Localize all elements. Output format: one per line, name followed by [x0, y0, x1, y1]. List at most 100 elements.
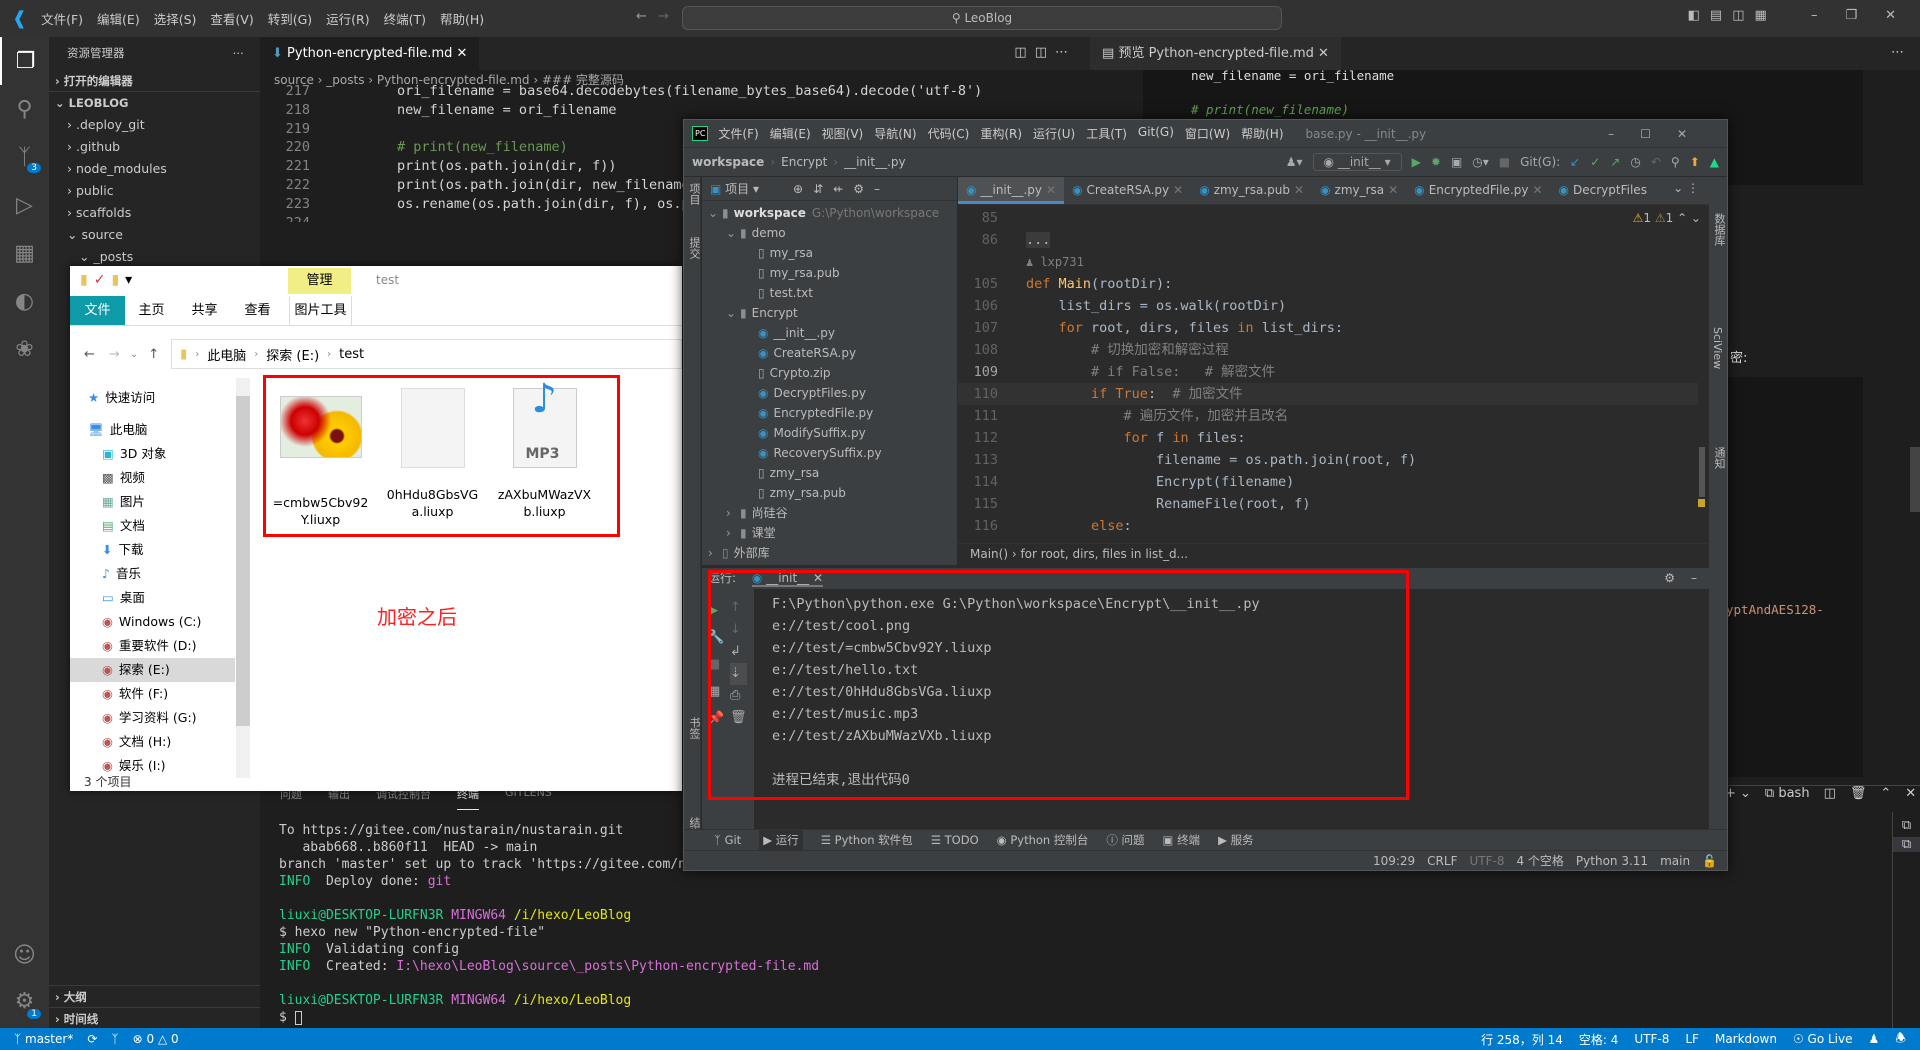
project-tree-item[interactable]: ⌄ ▮ workspace G:\Python\workspace	[702, 203, 957, 223]
profile-icon[interactable]: ◷▾	[1472, 155, 1489, 169]
terminal-shell-icon[interactable]: ⧉ bash	[1765, 786, 1810, 801]
locate-icon[interactable]: ⊕	[793, 182, 803, 196]
status-item[interactable]: main	[1660, 851, 1690, 870]
tool-window-button[interactable]: 提交	[686, 237, 702, 259]
chevron-right-icon[interactable]	[744, 483, 758, 503]
stop-icon[interactable]: ■	[1499, 155, 1510, 169]
hide-icon[interactable]: –	[874, 182, 880, 196]
breadcrumb-item[interactable]: Main()	[970, 547, 1008, 561]
chevron-right-icon[interactable]	[744, 403, 758, 423]
project-tree-item[interactable]: › ▮ 尚硅谷	[702, 503, 957, 523]
nav-item[interactable]: ▩ 视频	[70, 466, 235, 490]
extensions-icon[interactable]: ▦	[0, 229, 49, 277]
status-item[interactable]: 4 个空格	[1516, 851, 1563, 870]
run-config-select[interactable]: ◉ __init__ ▾	[1312, 153, 1402, 171]
nav-item[interactable]: ▭ 桌面	[70, 586, 235, 610]
folder-item[interactable]: › .deploy_git	[49, 114, 260, 136]
layout-split-icon[interactable]: ◫	[1732, 8, 1754, 23]
folder-item[interactable]: › .github	[49, 136, 260, 158]
minimize-button[interactable]: –	[1811, 8, 1828, 23]
chevron-right-icon[interactable]	[744, 323, 758, 343]
nav-item[interactable]: ⬇ 下载	[70, 538, 235, 562]
nav-item[interactable]: ◉ 重要软件 (D:)	[70, 634, 235, 658]
project-tree-item[interactable]: ▯ zmy_rsa	[702, 463, 957, 483]
debug-icon[interactable]: ✹	[1431, 155, 1441, 169]
status-item[interactable]: UTF-8	[1469, 851, 1504, 870]
nav-item[interactable]: ▦ 图片	[70, 490, 235, 514]
source-control-icon[interactable]: ᛉ3	[0, 133, 49, 181]
chevron-right-icon[interactable]: ›	[708, 543, 722, 563]
more-actions-icon[interactable]: ⋯	[233, 37, 245, 70]
notifications-icon[interactable]: 🕭	[1895, 1029, 1906, 1050]
outline-section[interactable]: › 大纲	[49, 985, 260, 1007]
menu-item[interactable]: 文件(F)	[41, 12, 83, 27]
nav-item[interactable]: 🖥 此电脑	[70, 418, 235, 442]
ribbon-tab[interactable]: 文件	[70, 296, 125, 325]
customize-layout-icon[interactable]: ▦	[1755, 8, 1777, 23]
chevron-right-icon[interactable]	[744, 463, 758, 483]
cursor-position[interactable]: 行 258，列 14	[1481, 1031, 1563, 1048]
gitlens-status-icon[interactable]: ᛉ	[111, 1032, 118, 1046]
eol[interactable]: LF	[1685, 1032, 1699, 1046]
nav-item[interactable]: ◉ Windows (C:)	[70, 610, 235, 634]
nav-item[interactable]: ♪ 音乐	[70, 562, 235, 586]
split-editor-icon[interactable]: ◫	[1035, 45, 1055, 60]
chevron-right-icon[interactable]	[744, 263, 758, 283]
nav-item[interactable]: ◉ 探索 (E:)	[70, 658, 235, 682]
code-editor[interactable]: 85 86... ♟ lxp731 105 def Main(rootDir): 106 …	[958, 207, 1417, 543]
nav-item[interactable]: ◉ 学习资料 (G:)	[70, 706, 235, 730]
tabs-overflow-icon[interactable]: ⌄ ⋮	[1663, 177, 1709, 204]
lock-icon[interactable]: 🔓	[1702, 851, 1717, 870]
chevron-down-icon[interactable]: ⌄	[726, 223, 740, 243]
tool-window-button[interactable]: 书签	[686, 717, 702, 739]
chevron-right-icon[interactable]	[744, 343, 758, 363]
editor-tab[interactable]: ◉ DecryptFiles	[1551, 177, 1659, 204]
history-icon[interactable]: ◷	[1630, 155, 1640, 169]
project-tree-item[interactable]: › ▯ 外部库	[702, 543, 957, 563]
close-tab-icon[interactable]: ✕	[1294, 183, 1304, 197]
editor-tab[interactable]: ◉ zmy_rsa ✕	[1312, 177, 1406, 204]
project-tree-item[interactable]: ◉ EncryptedFile.py	[702, 403, 957, 423]
menu-item[interactable]: 重构(R)	[980, 125, 1022, 142]
hide-run-icon[interactable]: –	[1691, 568, 1697, 589]
expand-all-icon[interactable]: ⇵	[813, 182, 823, 196]
chevron-down-icon[interactable]: ⌄	[726, 303, 740, 323]
ribbon-tab[interactable]: 主页	[125, 296, 178, 325]
menu-item[interactable]: 转到(G)	[268, 12, 312, 27]
folder-item[interactable]: › public	[49, 180, 260, 202]
maximize-button[interactable]: ☐	[1640, 127, 1677, 141]
sync-icon[interactable]: ⟳	[87, 1032, 97, 1046]
settings-gear-icon[interactable]: ⚙ 1	[0, 977, 49, 1025]
close-button[interactable]: ✕	[1677, 127, 1713, 141]
git-push-icon[interactable]: ↗	[1610, 155, 1620, 169]
status-item[interactable]: Python 3.11	[1576, 851, 1648, 870]
breadcrumb-item[interactable]: for root, dirs, files in list_d...	[1020, 547, 1188, 561]
back-icon[interactable]: ←	[84, 347, 95, 362]
chevron-right-icon[interactable]	[744, 383, 758, 403]
folder-icon[interactable]: ▮	[80, 272, 94, 288]
layout-sidebar-icon[interactable]: ◧	[1688, 8, 1710, 23]
tool-tab[interactable]: ᛉ Git	[714, 830, 741, 850]
recent-dropdown-icon[interactable]: ⌄	[130, 349, 138, 360]
project-tree-item[interactable]: ◉ CreateRSA.py	[702, 343, 957, 363]
project-tree-item[interactable]: ◉ RecoverySuffix.py	[702, 443, 957, 463]
split-terminal-icon[interactable]: ◫	[1824, 786, 1836, 801]
menu-item[interactable]: 终端(T)	[384, 12, 426, 27]
git-update-icon[interactable]: ↙	[1570, 155, 1580, 169]
close-button[interactable]: ✕	[1885, 8, 1906, 23]
nav-item[interactable]: ▤ 文档	[70, 514, 235, 538]
menu-item[interactable]: 选择(S)	[154, 12, 197, 27]
properties-icon[interactable]: ✓	[94, 272, 112, 288]
menu-item[interactable]: 查看(V)	[210, 12, 253, 27]
update-icon[interactable]: ⬆	[1690, 155, 1700, 169]
tool-tab[interactable]: ▶ 服务	[1218, 830, 1254, 850]
project-tree-item[interactable]: › ▮ 课堂	[702, 523, 957, 543]
search-icon[interactable]: ⚲	[0, 85, 49, 133]
menu-item[interactable]: 工具(T)	[1086, 125, 1127, 142]
new-terminal-icon[interactable]: + ⌄	[1725, 786, 1751, 801]
project-tree-item[interactable]: ▯ test.txt	[702, 283, 957, 303]
git-commit-icon[interactable]: ✓	[1590, 155, 1600, 169]
account-icon[interactable]: ☺	[0, 931, 49, 979]
kill-terminal-icon[interactable]: 🗑	[1850, 786, 1867, 801]
breadcrumb-item[interactable]: workspace	[692, 155, 764, 169]
